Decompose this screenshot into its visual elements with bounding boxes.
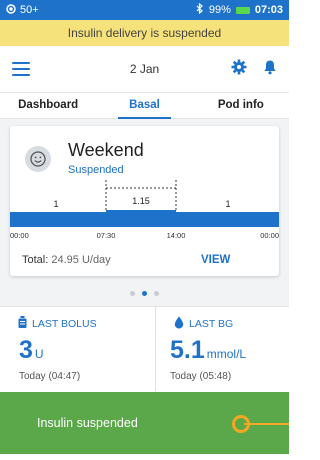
time-label-3: 14:00 <box>167 231 186 240</box>
page-dot-active[interactable] <box>142 291 147 296</box>
bottom-edge <box>0 454 289 460</box>
battery-percent: 99% <box>208 4 231 16</box>
total-value: 24.95 U/day <box>51 254 111 266</box>
time-label-1: 00:00 <box>10 231 29 240</box>
page-indicator <box>0 291 289 296</box>
last-bolus-label: LAST BOLUS <box>32 317 97 330</box>
daily-total: Total: 24.95 U/day <box>22 254 111 266</box>
blood-drop-icon <box>174 316 184 332</box>
program-status: Suspended <box>68 164 124 176</box>
basal-program-card: Weekend Suspended 1 1.15 1 00:00 07:30 1… <box>10 126 279 276</box>
insulin-suspended-bar: Insulin suspended <box>0 392 289 454</box>
total-label: Total: <box>22 254 49 266</box>
bell-icon[interactable] <box>263 59 277 80</box>
time-label-4: 00:00 <box>260 231 279 240</box>
smiley-icon <box>25 146 51 172</box>
tab-pod-info[interactable]: Pod info <box>193 93 289 118</box>
page-dot[interactable] <box>154 291 159 296</box>
status-left-text: 50+ <box>20 4 39 16</box>
resume-slider-track[interactable] <box>244 423 289 425</box>
resume-slider-handle[interactable] <box>232 415 250 433</box>
tab-dashboard[interactable]: Dashboard <box>0 93 96 118</box>
battery-icon <box>235 6 250 14</box>
last-bg-panel[interactable]: LAST BG 5.1 mmol/L Today (05:48) <box>155 307 289 391</box>
suspended-label: Insulin suspended <box>37 416 138 430</box>
rate-label-3: 1 <box>225 199 230 209</box>
rate-label-1: 1 <box>53 199 58 209</box>
tab-basal[interactable]: Basal <box>96 93 192 119</box>
rate-label-2: 1.15 <box>132 196 150 206</box>
time-label-2: 07:30 <box>97 231 116 240</box>
last-bolus-value: 3 <box>19 336 33 364</box>
basal-rate-chart: 1 1.15 1 00:00 07:30 14:00 00:00 <box>10 180 279 240</box>
program-name: Weekend <box>68 140 144 160</box>
banner-text: Insulin delivery is suspended <box>67 26 222 40</box>
suspended-banner: Insulin delivery is suspended <box>0 20 289 46</box>
last-bg-value: 5.1 <box>170 336 205 364</box>
tab-bar: Dashboard Basal Pod info <box>0 92 289 119</box>
page-dot[interactable] <box>130 291 135 296</box>
app-header: 2 Jan <box>0 46 289 92</box>
settings-icon[interactable] <box>231 59 247 80</box>
last-bolus-time: Today (04:47) <box>19 371 81 382</box>
menu-icon[interactable] <box>12 62 30 76</box>
status-bar: 50+ 99% 07:03 <box>0 0 289 20</box>
view-button[interactable]: VIEW <box>201 254 230 266</box>
last-bg-unit: mmol/L <box>206 347 247 361</box>
bluetooth-icon <box>196 2 204 17</box>
last-bolus-unit: U <box>34 347 44 361</box>
status-time: 07:03 <box>254 4 283 16</box>
record-icon <box>6 3 16 17</box>
last-bolus-panel[interactable]: LAST BOLUS 3U Today (04:47) <box>0 307 145 391</box>
last-bg-label: LAST BG <box>189 318 234 330</box>
bolus-icon <box>18 316 27 331</box>
last-bg-time: Today (05:48) <box>170 371 232 382</box>
